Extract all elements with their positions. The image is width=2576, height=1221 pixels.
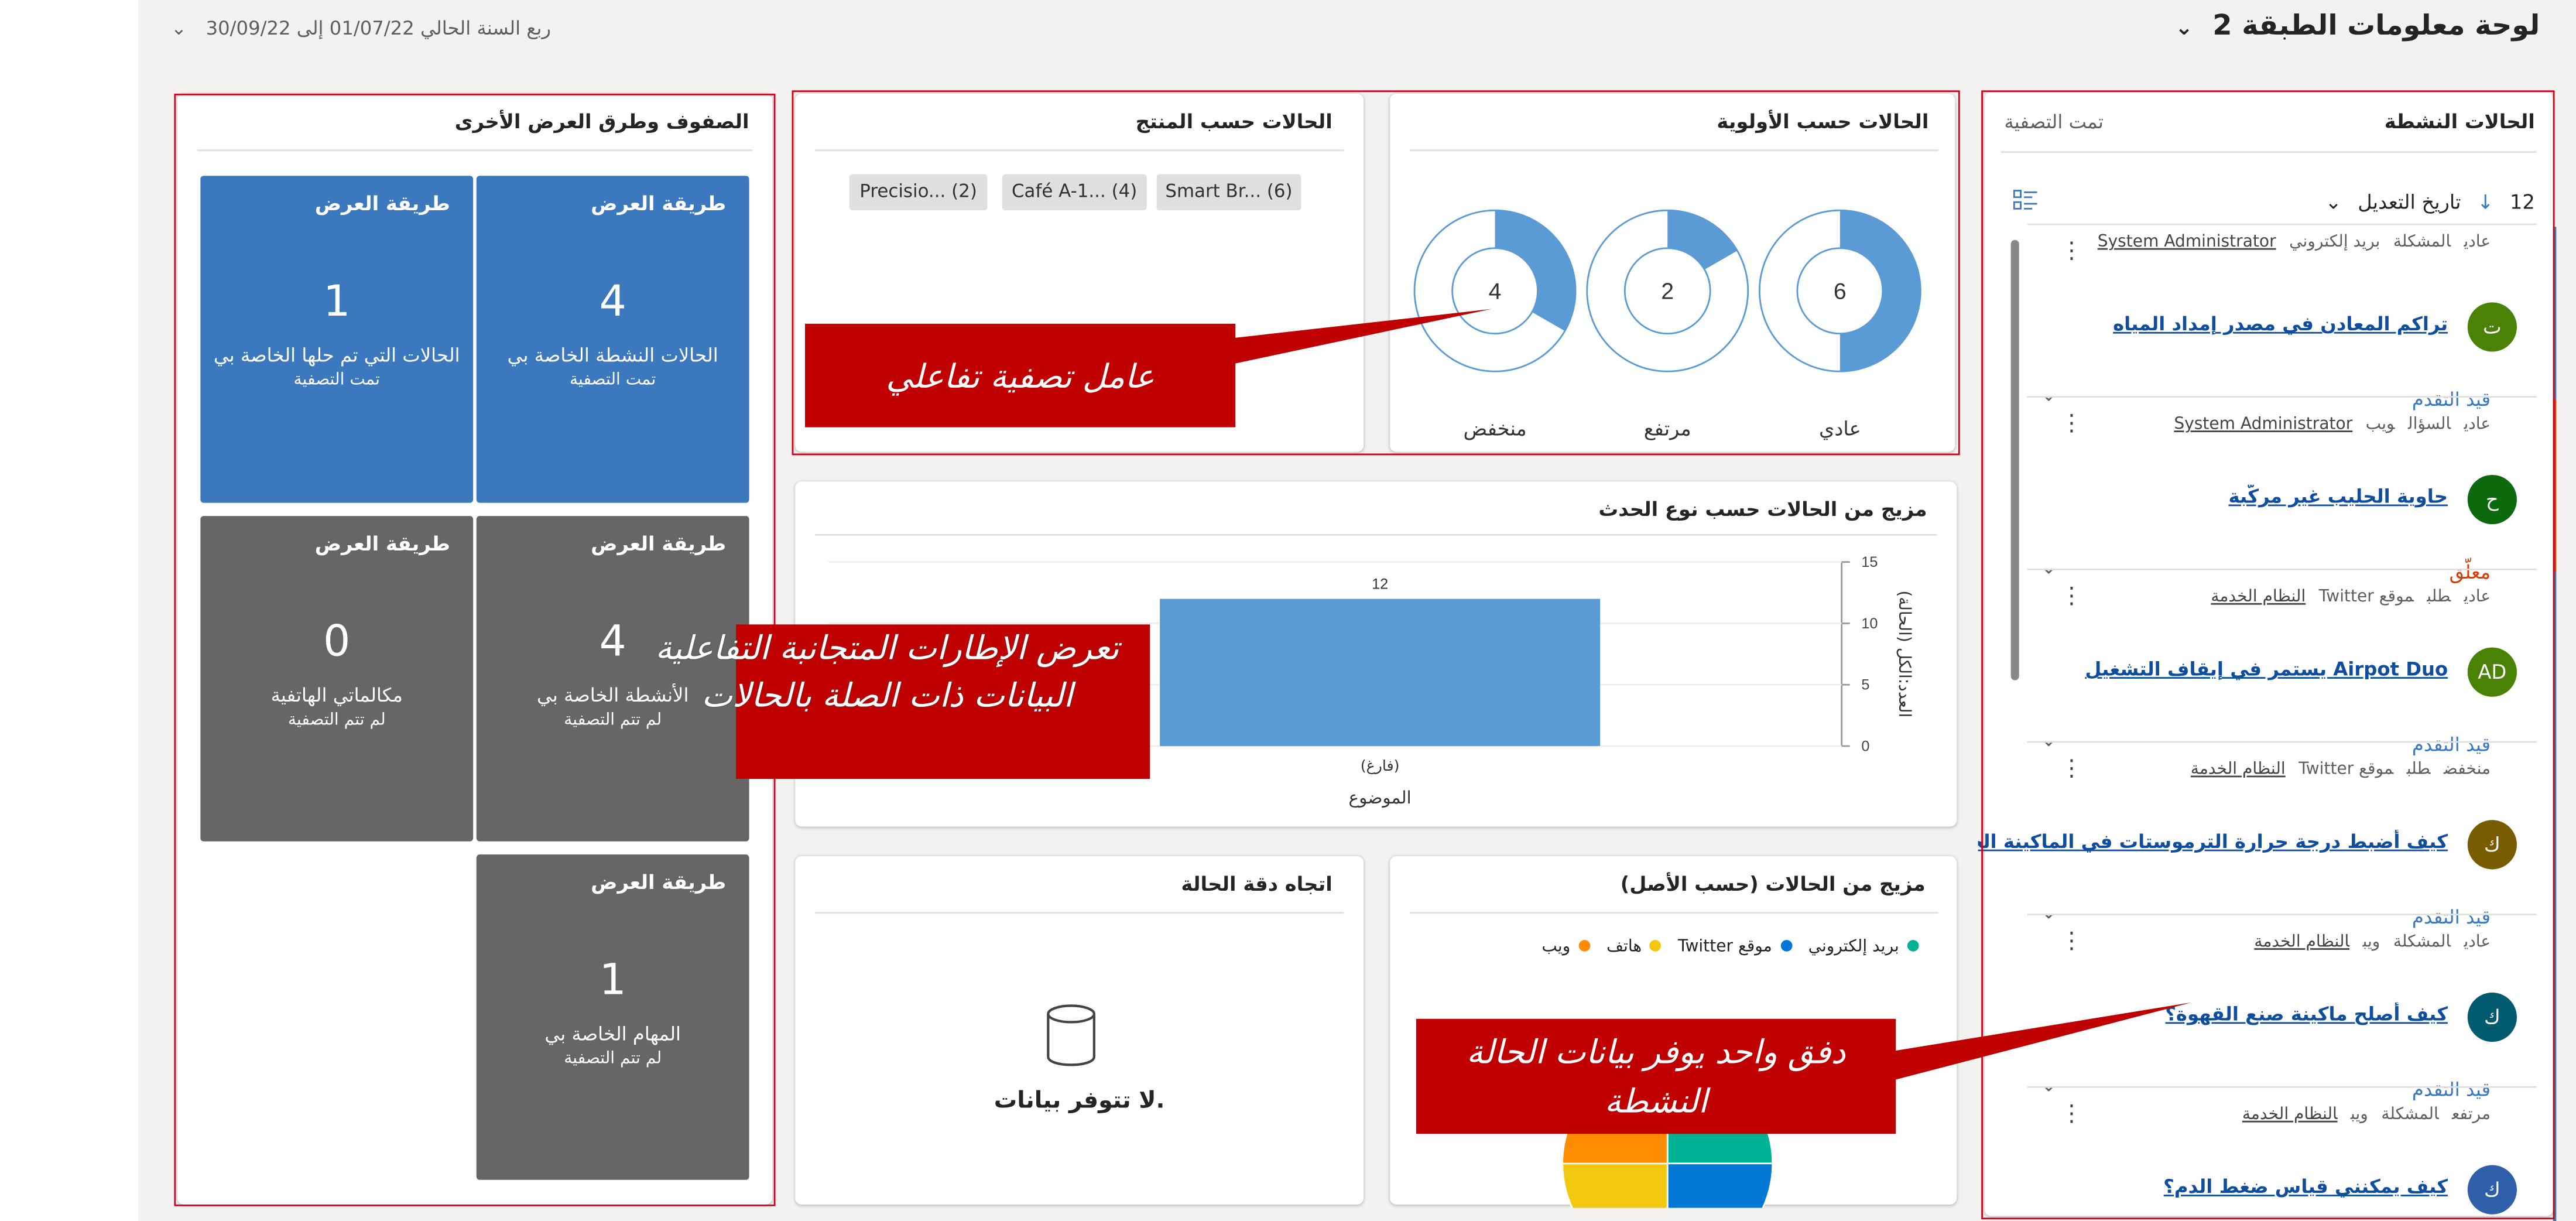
filter-callout-pointer: [1228, 309, 1492, 365]
callout-single-stream: دفق واحد يوفر بيانات الحالة النشطة: [1416, 1018, 1896, 1134]
callout-interactive-filter: عامل تصفية تفاعلي: [804, 323, 1236, 427]
stream-callout-pointer: [1889, 1002, 2192, 1082]
callout-tiles: تعرض الإطارات المتجانبة التفاعلية البيان…: [655, 627, 1119, 715]
callout-pointers: [1228, 309, 2192, 1082]
